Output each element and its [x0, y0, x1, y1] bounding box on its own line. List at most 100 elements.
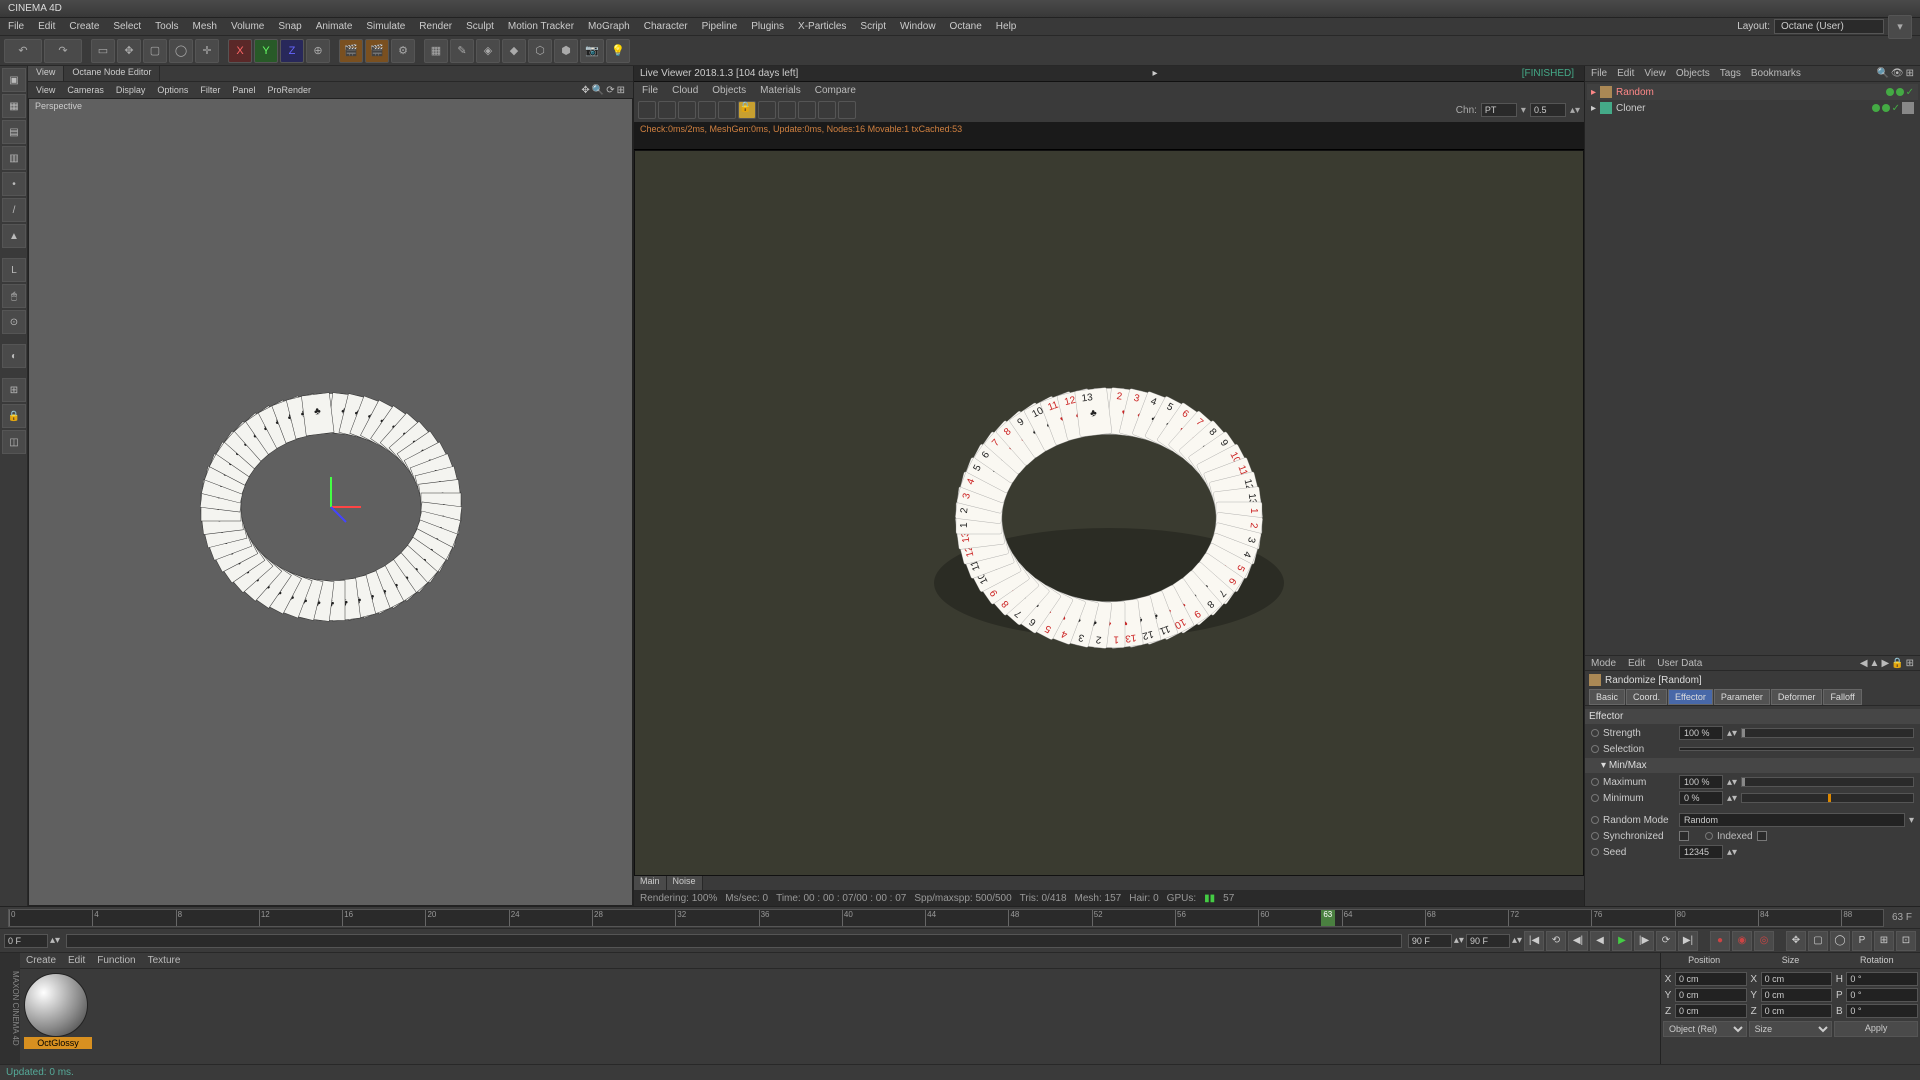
keyframe-dot-icon[interactable]: [1591, 832, 1599, 840]
tweak-mode-button[interactable]: 🖱: [2, 284, 26, 308]
strength-slider[interactable]: [1741, 728, 1914, 738]
timeline-ruler[interactable]: 0481216202428323640444852566064687276808…: [8, 909, 1884, 927]
menu-octane[interactable]: Octane: [950, 21, 982, 32]
planar-workplane-button[interactable]: ◫: [2, 430, 26, 454]
vp-menu-prorender[interactable]: ProRender: [267, 85, 311, 95]
deformer-button[interactable]: ⬡: [528, 39, 552, 63]
lv-lock-button[interactable]: 🔒: [738, 101, 756, 119]
apply-button[interactable]: Apply: [1834, 1021, 1918, 1037]
vp-rotate-icon[interactable]: ⟳: [606, 85, 614, 96]
tab-effector[interactable]: Effector: [1668, 689, 1713, 705]
section-minmax[interactable]: ▾ Min/Max: [1585, 758, 1920, 773]
chn-mode-select[interactable]: PT: [1481, 103, 1517, 117]
obj-menu-tags[interactable]: Tags: [1720, 68, 1741, 79]
environment-button[interactable]: ⬢: [554, 39, 578, 63]
dropdown-icon[interactable]: ▾: [1909, 815, 1914, 826]
chn-value-input[interactable]: 0.5: [1530, 103, 1566, 117]
attr-back-icon[interactable]: ◀: [1860, 658, 1868, 669]
vp-nav-icon[interactable]: ✥: [581, 85, 589, 96]
viewport-tab-view[interactable]: View: [28, 66, 64, 81]
stepper-icon[interactable]: ▴▾: [1727, 793, 1737, 804]
rot-H-input[interactable]: 0 °: [1846, 972, 1918, 986]
octane-tag-icon[interactable]: [1902, 102, 1914, 114]
maximum-input[interactable]: 100 %: [1679, 775, 1723, 789]
keyframe-sel-button[interactable]: ◎: [1754, 931, 1774, 951]
sync-checkbox[interactable]: [1679, 831, 1689, 841]
lv-reload-button[interactable]: [658, 101, 676, 119]
size-X-input[interactable]: 0 cm: [1761, 972, 1833, 986]
keyframe-dot-icon[interactable]: [1591, 816, 1599, 824]
generator-button[interactable]: ◆: [502, 39, 526, 63]
material-name[interactable]: OctGlossy: [24, 1037, 92, 1049]
minimum-slider[interactable]: [1741, 793, 1914, 803]
visibility-editor-icon[interactable]: [1872, 104, 1880, 112]
point-mode-button[interactable]: •: [2, 172, 26, 196]
menu-create[interactable]: Create: [69, 21, 99, 32]
tab-parameter[interactable]: Parameter: [1714, 689, 1770, 705]
menu-help[interactable]: Help: [996, 21, 1017, 32]
lv-menu-objects[interactable]: Objects: [712, 85, 746, 96]
visibility-render-icon[interactable]: [1896, 88, 1904, 96]
timeline-range-slider[interactable]: [66, 934, 1402, 948]
pen-tool-button[interactable]: ✎: [450, 39, 474, 63]
enable-checkmark-icon[interactable]: ✓: [1892, 103, 1900, 114]
timeline-end2-input[interactable]: 90 F: [1466, 934, 1510, 948]
keyframe-dot-icon[interactable]: [1591, 729, 1599, 737]
lv-refresh-button[interactable]: [638, 101, 656, 119]
vp-zoom-icon[interactable]: 🔍: [592, 85, 604, 96]
keyframe-dot-icon[interactable]: [1705, 832, 1713, 840]
stepper-icon[interactable]: ▴▾: [1727, 777, 1737, 788]
menu-render[interactable]: Render: [419, 21, 452, 32]
attr-new-icon[interactable]: ⊞: [1906, 658, 1914, 669]
attr-menu-userdata[interactable]: User Data: [1657, 658, 1702, 669]
menu-script[interactable]: Script: [860, 21, 886, 32]
vp-menu-cameras[interactable]: Cameras: [67, 85, 104, 95]
pos-Y-input[interactable]: 0 cm: [1675, 988, 1747, 1002]
light-button[interactable]: 💡: [606, 39, 630, 63]
lv-menu-file[interactable]: File: [642, 85, 658, 96]
obj-cloner[interactable]: ▸ Cloner ✓: [1587, 100, 1918, 116]
vp-menu-display[interactable]: Display: [116, 85, 146, 95]
rotate-tool[interactable]: ◯: [169, 39, 193, 63]
lv-menu-materials[interactable]: Materials: [760, 85, 801, 96]
tab-falloff[interactable]: Falloff: [1823, 689, 1861, 705]
move-tool[interactable]: ✥: [117, 39, 141, 63]
primitive-cube-button[interactable]: ▦: [424, 39, 448, 63]
tree-expand-icon[interactable]: ▸: [1591, 87, 1596, 98]
camera-button[interactable]: 📷: [580, 39, 604, 63]
menu-animate[interactable]: Animate: [316, 21, 353, 32]
record-button[interactable]: ●: [1710, 931, 1730, 951]
edge-mode-button[interactable]: /: [2, 198, 26, 222]
keyframe-dot-icon[interactable]: [1591, 794, 1599, 802]
stepper-icon[interactable]: ▴▾: [50, 935, 60, 946]
timeline-start-input[interactable]: 0 F: [4, 934, 48, 948]
prev-key-button[interactable]: ⟲: [1546, 931, 1566, 951]
strength-input[interactable]: 100 %: [1679, 726, 1723, 740]
obj-filter-icon[interactable]: ⊞: [1906, 68, 1914, 79]
viewport-tab-octane-node[interactable]: Octane Node Editor: [64, 66, 160, 81]
material-thumb[interactable]: OctGlossy: [24, 973, 92, 1060]
key-options-button[interactable]: ⊡: [1896, 931, 1916, 951]
perspective-viewport[interactable]: Perspective ♣♣♣♣♣♣♣♣♣♣♣♣♣♣♣♣♣♣♣♣♣♣♣♣♣♣♣♣…: [28, 98, 633, 906]
menu-character[interactable]: Character: [644, 21, 688, 32]
selection-field[interactable]: [1679, 747, 1914, 751]
rot-P-input[interactable]: 0 °: [1846, 988, 1918, 1002]
coord-mode2-select[interactable]: Size: [1749, 1021, 1833, 1037]
tab-basic[interactable]: Basic: [1589, 689, 1625, 705]
vp-menu-view[interactable]: View: [36, 85, 55, 95]
pos-Z-input[interactable]: 0 cm: [1675, 1004, 1747, 1018]
obj-menu-objects[interactable]: Objects: [1676, 68, 1710, 79]
visibility-editor-icon[interactable]: [1886, 88, 1894, 96]
menu-tools[interactable]: Tools: [155, 21, 178, 32]
live-viewer-render[interactable]: 1♠2♥3♦4♣5♠6♥7♦8♣9♠10♥11♦12♣13♠1♥2♦3♣4♠5♥…: [634, 150, 1584, 876]
lv-stop-button[interactable]: [698, 101, 716, 119]
last-tool[interactable]: ✛: [195, 39, 219, 63]
workplane-button[interactable]: ▥: [2, 146, 26, 170]
axis-y-toggle[interactable]: Y: [254, 39, 278, 63]
undo-button[interactable]: ↶: [4, 39, 42, 63]
render-pv-button[interactable]: 🎬: [365, 39, 389, 63]
lv-info-button[interactable]: [838, 101, 856, 119]
play-back-button[interactable]: ◀: [1590, 931, 1610, 951]
lv-tab-main[interactable]: Main: [634, 876, 667, 890]
stepper-icon[interactable]: ▴▾: [1454, 935, 1464, 946]
